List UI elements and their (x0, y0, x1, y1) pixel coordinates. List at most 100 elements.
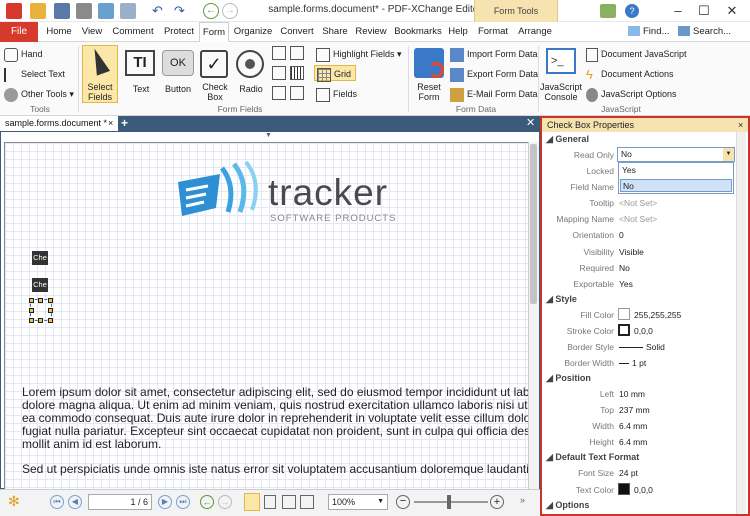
help-icon[interactable]: ? (625, 4, 639, 18)
tab-format[interactable]: Format (476, 22, 510, 42)
back-view-icon[interactable]: ← (200, 495, 214, 509)
close-tab-icon[interactable]: × (108, 116, 113, 131)
dropdown-option-yes[interactable]: Yes (620, 164, 732, 177)
mapping-name-value[interactable]: <Not Set> (619, 214, 657, 224)
zoom-slider[interactable] (414, 501, 488, 503)
selection-handle[interactable] (29, 318, 34, 323)
selection-handle[interactable] (38, 298, 43, 303)
single-page-icon[interactable] (244, 493, 260, 511)
panel-scrollbar[interactable] (736, 132, 746, 514)
image-field-icon[interactable] (272, 86, 286, 100)
email-form-data-button[interactable]: E-Mail Form Data (450, 86, 538, 102)
selection-handle[interactable] (48, 308, 53, 313)
section-options[interactable]: ◢ Options (546, 499, 589, 512)
visibility-value[interactable]: Visible (619, 247, 644, 257)
last-page-icon[interactable]: ⏭ (176, 495, 190, 509)
border-width-value[interactable]: 1 pt (632, 358, 646, 368)
dropdown-option-no[interactable]: No (620, 179, 732, 192)
search-button[interactable]: Search... (678, 26, 731, 37)
find-button[interactable]: Find... (628, 26, 669, 37)
width-value[interactable]: 6.4 mm (619, 421, 647, 431)
height-value[interactable]: 6.4 mm (619, 437, 647, 447)
text-color-value[interactable]: 0,0,0 (634, 485, 653, 495)
fields-button[interactable]: Fields (316, 86, 357, 102)
tab-help[interactable]: Help (446, 22, 470, 42)
reset-form-button[interactable]: Reset Form (414, 82, 444, 102)
maximize-button[interactable]: ☐ (694, 2, 714, 20)
top-value[interactable]: 237 mm (619, 405, 650, 415)
split-handle[interactable]: ▼ (265, 132, 272, 139)
tab-convert[interactable]: Convert (277, 22, 317, 42)
selection-handle[interactable] (48, 318, 53, 323)
fill-color-swatch[interactable] (618, 308, 630, 320)
other-tools-button[interactable]: Other Tools ▾ (4, 86, 74, 102)
tooltip-value[interactable]: <Not Set> (619, 198, 657, 208)
document-javascript-button[interactable]: Document JavaScript (586, 46, 687, 62)
file-menu[interactable]: File (0, 22, 38, 42)
import-form-data-button[interactable]: Import Form Data (450, 46, 538, 62)
export-form-data-button[interactable]: Export Form Data (450, 66, 538, 82)
signature-field-icon[interactable] (290, 86, 304, 100)
two-page-icon[interactable] (282, 495, 296, 509)
selection-handle[interactable] (38, 318, 43, 323)
settings-icon[interactable] (600, 4, 616, 18)
border-style-value[interactable]: Solid (646, 342, 665, 352)
highlight-fields-button[interactable]: Highlight Fields ▾ (316, 46, 402, 62)
next-page-icon[interactable]: ▶ (158, 495, 172, 509)
stroke-color-value[interactable]: 0,0,0 (634, 326, 653, 336)
font-size-value[interactable]: 24 pt (619, 468, 638, 478)
settings-gear-icon[interactable]: ✻ (8, 493, 20, 510)
hand-tool[interactable]: Hand (4, 46, 43, 62)
chevron-down-icon[interactable]: ▼ (723, 148, 734, 161)
document-actions-button[interactable]: ϟ Document Actions (586, 66, 674, 82)
tab-form[interactable]: Form (199, 22, 229, 43)
selection-handle[interactable] (48, 298, 53, 303)
text-color-swatch[interactable] (618, 483, 630, 495)
close-button[interactable]: ✕ (722, 2, 742, 20)
section-position[interactable]: ◢ Position (546, 372, 591, 385)
tab-home[interactable]: Home (42, 22, 76, 42)
document-tab[interactable]: sample.forms.document * × (0, 116, 118, 131)
read-only-select[interactable]: No ▼ (617, 147, 735, 162)
check-box-field[interactable]: Che (32, 251, 48, 265)
date-field-icon[interactable] (272, 66, 286, 80)
check-box-button[interactable]: Check Box (200, 82, 230, 102)
tab-arrange[interactable]: Arrange (516, 22, 554, 42)
scrollbar-thumb[interactable] (530, 144, 537, 304)
selection-handle[interactable] (29, 298, 34, 303)
panel-close-icon[interactable]: × (738, 118, 743, 132)
tab-view[interactable]: View (78, 22, 106, 42)
tab-bookmarks[interactable]: Bookmarks (392, 22, 444, 42)
zoom-select[interactable]: 100% ▼ (328, 494, 388, 510)
zoom-in-icon[interactable]: + (490, 495, 504, 509)
zoom-out-icon[interactable]: − (396, 495, 410, 509)
forward-view-icon[interactable]: → (218, 495, 232, 509)
grid-toggle[interactable]: Grid (314, 65, 357, 82)
orientation-value[interactable]: 0 (619, 230, 624, 240)
tab-organize[interactable]: Organize (232, 22, 274, 42)
minimize-button[interactable]: – (668, 2, 688, 20)
javascript-options-button[interactable]: JavaScript Options (586, 86, 677, 102)
fill-color-value[interactable]: 255,255,255 (634, 310, 681, 320)
exportable-value[interactable]: Yes (619, 279, 633, 289)
required-value[interactable]: No (619, 263, 630, 273)
expand-statusbar-icon[interactable]: » (520, 495, 525, 505)
section-general[interactable]: ◢ General (546, 133, 589, 146)
first-page-icon[interactable]: ⏮ (50, 495, 64, 509)
button-field-button[interactable]: Button (160, 84, 196, 94)
check-box-field[interactable]: Che (32, 278, 48, 292)
section-default-text-format[interactable]: ◢ Default Text Format (546, 451, 639, 464)
zoom-slider-thumb[interactable] (447, 495, 451, 509)
radio-button[interactable]: Radio (236, 84, 266, 94)
tab-protect[interactable]: Protect (159, 22, 199, 42)
select-text-tool[interactable]: Select Text (4, 66, 65, 82)
tab-share[interactable]: Share (320, 22, 350, 42)
barcode-icon[interactable] (290, 66, 304, 80)
selection-handle[interactable] (29, 308, 34, 313)
text-field-button[interactable]: Text (124, 84, 158, 94)
new-tab-button[interactable]: + (121, 116, 128, 131)
section-style[interactable]: ◢ Style (546, 293, 577, 306)
list-box-icon[interactable] (272, 46, 286, 60)
stroke-color-swatch[interactable] (618, 324, 630, 336)
combo-box-icon[interactable] (290, 46, 304, 60)
